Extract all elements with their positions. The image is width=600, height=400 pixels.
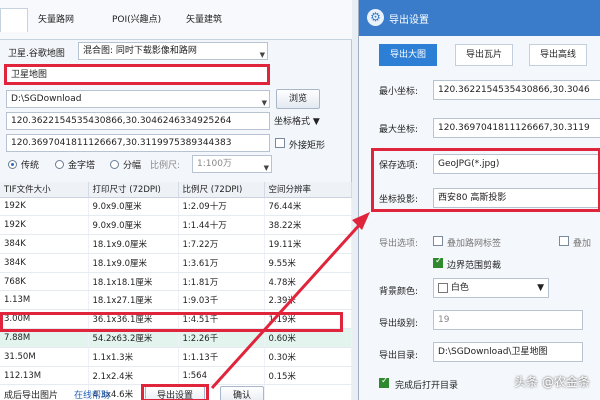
scale-label: 比例尺: bbox=[150, 161, 181, 171]
bg-color-select[interactable]: 白色 ▼ bbox=[433, 278, 549, 298]
col-header: 打印尺寸 (72DPI) bbox=[88, 182, 179, 198]
watermark: 头条 @农金条 bbox=[514, 375, 590, 389]
overlay-more-label: 叠加 bbox=[573, 239, 592, 249]
map-source: 卫星.谷歌地图 bbox=[8, 49, 65, 59]
col-header: 比例尺 (72DPI) bbox=[178, 182, 265, 198]
tab-bar: 矢量路网 POI(兴趣点) 矢量建筑 bbox=[0, 0, 352, 40]
chevron-down-icon: ▼ bbox=[263, 164, 269, 172]
bottom-text: 成后导出图片 bbox=[4, 391, 59, 400]
coord-input-1[interactable]: 120.3622154535430866,30.3046246334925264 bbox=[6, 112, 270, 130]
coord-input-2[interactable]: 120.3697041811126667,30.3119975389344383 bbox=[6, 134, 270, 152]
chevron-down-icon: ▼ bbox=[312, 117, 320, 127]
export-settings-button[interactable]: 导出设置 bbox=[145, 386, 205, 400]
level-table: TIF文件大小 打印尺寸 (72DPI) 比例尺 (72DPI) 空间分辨率 1… bbox=[0, 182, 352, 400]
overlay-road-checkbox[interactable] bbox=[433, 236, 443, 246]
radio-tile-label: 分幅 bbox=[123, 161, 142, 171]
table-header: TIF文件大小 打印尺寸 (72DPI) 比例尺 (72DPI) 空间分辨率 bbox=[0, 182, 352, 198]
max-coord-label: 最大坐标: bbox=[379, 125, 419, 135]
overlay-road-label: 叠加路网标签 bbox=[447, 239, 502, 249]
min-coord-field[interactable]: 120.3622154535430866,30.3046 bbox=[433, 80, 600, 100]
table-row[interactable]: 768K 18.1x18.1厘米 1:1.81万 4.78米 bbox=[0, 272, 352, 292]
table-row[interactable]: 3.00M 36.1x36.1厘米 1:4.51千 1.19米 bbox=[0, 309, 352, 330]
dialog-title: 导出设置 bbox=[389, 15, 429, 26]
dir-field[interactable]: D:\SGDownload\卫星地图 bbox=[433, 342, 583, 362]
table-row-selected[interactable]: 7.88M 54.2x63.2厘米 1:2.26千 0.60米 bbox=[0, 328, 352, 348]
bg-color-label: 背景颜色: bbox=[379, 287, 419, 297]
open-dir-checkbox[interactable] bbox=[379, 376, 389, 388]
tab-image[interactable] bbox=[0, 8, 28, 32]
tab-vector-road[interactable]: 矢量路网 bbox=[30, 8, 82, 32]
tab-export-big-image[interactable]: 导出大图 bbox=[379, 44, 438, 66]
tab-export-tiles[interactable]: 导出瓦片 bbox=[455, 44, 514, 66]
dialog-title-bar: ⚙ 导出设置 bbox=[359, 0, 600, 36]
gear-icon: ⚙ bbox=[367, 9, 384, 26]
chevron-down-icon: ▼ bbox=[537, 283, 544, 293]
chevron-down-icon: ▼ bbox=[261, 99, 267, 107]
ok-button[interactable]: 确认 bbox=[220, 386, 264, 400]
col-header: TIF文件大小 bbox=[0, 182, 89, 198]
table-row[interactable]: 1.13M 18.1x27.1厘米 1:9.03千 2.39米 bbox=[0, 290, 352, 311]
dir-label: 导出目录: bbox=[379, 351, 419, 361]
chevron-down-icon: ▼ bbox=[259, 51, 265, 59]
min-coord-label: 最小坐标: bbox=[379, 87, 419, 97]
tab-export-contour[interactable]: 导出高线 bbox=[529, 44, 588, 66]
table-row[interactable]: 384K 18.1x9.0厘米 1:7.22万 19.11米 bbox=[0, 234, 352, 254]
table-row[interactable]: 192K 9.0x9.0厘米 1:1.44十万 38.22米 bbox=[0, 215, 352, 236]
export-settings-dialog: ⚙ 导出设置 导出大图 导出瓦片 导出高线 最小坐标: 120.36221545… bbox=[358, 0, 600, 400]
tab-poi[interactable]: POI(兴趣点) bbox=[104, 8, 169, 32]
online-help-link[interactable]: 在线帮助 bbox=[74, 388, 110, 400]
radio-traditional-label: 传统 bbox=[21, 161, 40, 171]
outer-rect-checkbox[interactable] bbox=[275, 138, 285, 148]
radio-tile[interactable] bbox=[110, 160, 119, 169]
level-field[interactable]: 19 bbox=[433, 310, 583, 330]
radio-pyramid[interactable] bbox=[55, 160, 64, 169]
level-label: 导出级别: bbox=[379, 319, 419, 329]
browse-button[interactable]: 浏览 bbox=[276, 89, 320, 109]
task-name-input[interactable]: 卫星地图 bbox=[6, 66, 270, 84]
open-dir-label: 完成后打开目录 bbox=[395, 381, 459, 391]
color-swatch bbox=[438, 282, 448, 293]
col-header: 空间分辨率 bbox=[264, 182, 352, 198]
boundary-clip-label: 边界范围剪裁 bbox=[447, 261, 502, 271]
table-row[interactable]: 112.13M 2.1x2.4米 1:564 0.15米 bbox=[0, 366, 352, 386]
export-option-label: 导出选项: bbox=[379, 239, 419, 249]
boundary-clip-checkbox[interactable] bbox=[433, 256, 443, 268]
save-option-select[interactable]: GeoJPG(*.jpg) bbox=[433, 154, 600, 174]
radio-traditional[interactable] bbox=[8, 160, 17, 169]
tab-vector-building[interactable]: 矢量建筑 bbox=[178, 8, 230, 32]
max-coord-field[interactable]: 120.3697041811126667,30.3119 bbox=[433, 118, 600, 138]
projection-label: 坐标投影: bbox=[379, 195, 419, 205]
save-option-label: 保存选项: bbox=[379, 161, 419, 171]
coord-format[interactable]: 坐标格式 ▼ bbox=[274, 114, 320, 127]
table-row[interactable]: 384K 18.1x9.0厘米 1:3.61万 9.55米 bbox=[0, 253, 352, 273]
overlay-more-checkbox[interactable] bbox=[559, 236, 569, 246]
outer-rect-label: 外接矩形 bbox=[289, 141, 326, 151]
download-window: 矢量路网 POI(兴趣点) 矢量建筑 卫星.谷歌地图 混合图: 同时下载影像和路… bbox=[0, 0, 352, 400]
projection-select[interactable]: 西安80 高斯投影 bbox=[433, 188, 600, 208]
save-path-input[interactable]: D:\SGDownload ▼ bbox=[6, 90, 270, 108]
scale-select[interactable]: 1:100万 ▼ bbox=[192, 155, 272, 173]
mixed-select[interactable]: 混合图: 同时下载影像和路网 ▼ bbox=[78, 42, 268, 60]
table-row[interactable]: 192K 9.0x9.0厘米 1:2.09十万 76.44米 bbox=[0, 197, 352, 217]
radio-pyramid-label: 金字塔 bbox=[68, 161, 96, 171]
table-row[interactable]: 31.50M 1.1x1.3米 1:1.13千 0.30米 bbox=[0, 347, 352, 367]
